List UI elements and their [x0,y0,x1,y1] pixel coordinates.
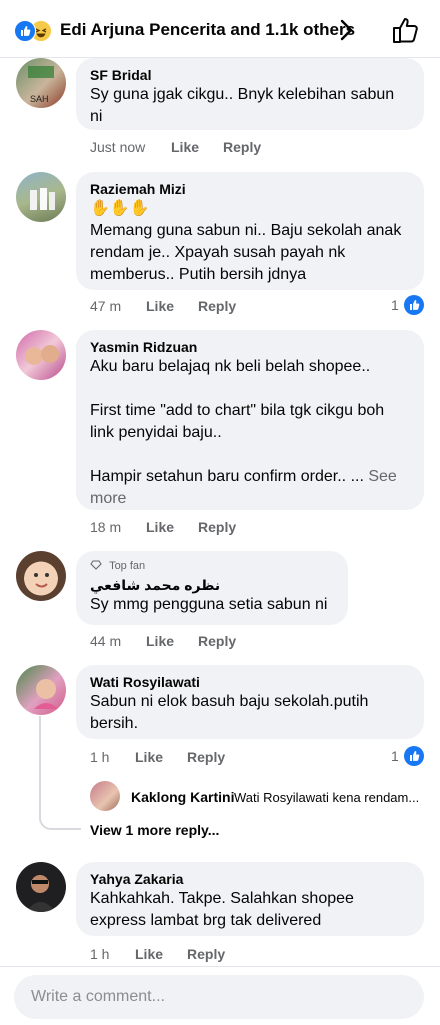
comment-time: 1 h [90,749,110,765]
like-reaction-icon [404,746,424,766]
comment-time: 1 h [90,946,110,962]
comment-bubble: SF Bridal Sy guna jgak cikgu.. Bnyk kele… [76,58,424,130]
comment-bubble: Top fan نظره محمد شافعي Sy mmg pengguna … [76,551,348,625]
commenter-name[interactable]: SF Bridal [90,66,410,84]
comment-time: 44 m [90,633,122,649]
like-reaction-icon [404,295,424,315]
write-comment-input[interactable]: Write a comment... [14,975,424,1019]
comment-text: Sy guna jgak cikgu.. Bnyk kelebihan sabu… [90,86,395,125]
comment-text: Sy mmg pengguna setia sabun ni [90,596,328,613]
avatar[interactable] [16,862,66,912]
view-more-replies-link[interactable]: View 1 more reply... [90,822,219,838]
reply-button[interactable]: Reply [187,749,225,765]
comment-text: Kahkahkah. Takpe. Salahkan shopee expres… [90,890,354,929]
commenter-name[interactable]: نظره محمد شافعي [90,576,334,594]
comment-time: 47 m [90,298,122,314]
like-button[interactable]: Like [146,519,174,535]
reaction-count[interactable]: 1 [391,297,399,313]
like-button[interactable]: Like [146,633,174,649]
top-fan-label: Top fan [109,560,146,572]
like-button[interactable]: Like [171,139,199,155]
reactors-summary[interactable]: Edi Arjuna Pencerita and 1.1k others [60,20,355,40]
chevron-right-icon[interactable] [336,17,356,43]
comment-text: Sabun ni elok basuh baju sekolah.putih b… [90,693,369,732]
reply-thread-line [39,716,81,830]
svg-text:SAH: SAH [30,94,49,104]
commenter-name[interactable]: Raziemah Mizi [90,180,410,198]
reply-avatar[interactable] [90,781,120,811]
comment-emoji: ✋✋✋ [90,200,150,217]
reactions-header[interactable]: Edi Arjuna Pencerita and 1.1k others [0,0,440,58]
like-button[interactable]: Like [146,298,174,314]
commenter-name[interactable]: Yasmin Ridzuan [90,338,410,356]
avatar[interactable] [16,172,66,222]
commenter-name[interactable]: Wati Rosyilawati [90,673,410,691]
reaction-icons [14,20,58,42]
reply-preview-text[interactable]: Wati Rosyilawati kena rendam... [234,790,424,805]
comment-bubble: Yasmin Ridzuan Aku baru belajaq nk beli … [76,330,424,510]
comment-text: Aku baru belajaq nk beli belah shopee.. … [90,356,410,510]
reply-button[interactable]: Reply [187,946,225,962]
reply-button[interactable]: Reply [198,298,236,314]
avatar[interactable] [16,665,66,715]
avatar[interactable]: SAH [16,58,66,108]
comment-bubble: Yahya Zakaria Kahkahkah. Takpe. Salahkan… [76,862,424,936]
comment-text-body: Aku baru belajaq nk beli belah shopee.. … [90,358,385,485]
reply-button[interactable]: Reply [223,139,261,155]
reply-button[interactable]: Reply [198,633,236,649]
comment-time: 18 m [90,519,122,535]
like-button[interactable]: Like [135,946,163,962]
diamond-icon [90,560,102,570]
reaction-count[interactable]: 1 [391,748,399,764]
comment-composer: Write a comment... [0,966,440,1025]
reply-button[interactable]: Reply [198,519,236,535]
avatar[interactable] [16,330,66,380]
like-outline-icon[interactable] [391,15,421,45]
commenter-name[interactable]: Yahya Zakaria [90,870,410,888]
avatar[interactable] [16,551,66,601]
like-reaction-icon [14,20,36,42]
comment-time: Just now [90,139,146,155]
comment-bubble: Wati Rosyilawati Sabun ni elok basuh baj… [76,665,424,739]
comment-text: Memang guna sabun ni.. Baju sekolah anak… [90,222,402,283]
like-button[interactable]: Like [135,749,163,765]
comment-bubble: Raziemah Mizi ✋✋✋ Memang guna sabun ni..… [76,172,424,290]
top-fan-badge: Top fan [90,559,334,573]
reply-author-name[interactable]: Kaklong Kartini [131,789,234,805]
